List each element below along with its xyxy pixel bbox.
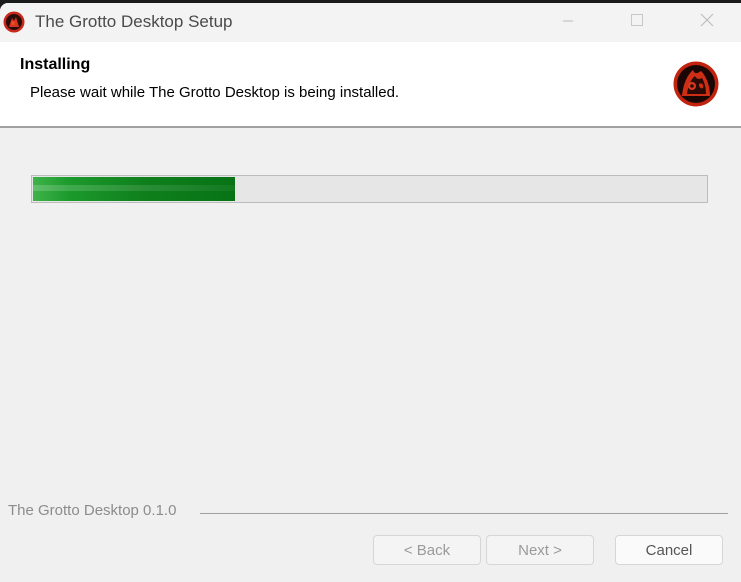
window-title: The Grotto Desktop Setup <box>35 12 233 31</box>
maximize-icon <box>630 13 644 32</box>
grotto-logo-icon <box>673 61 719 107</box>
installer-branding: The Grotto Desktop 0.1.0 <box>8 502 183 519</box>
minimize-button[interactable] <box>543 3 593 42</box>
page-subtitle: Please wait while The Grotto Desktop is … <box>30 84 400 101</box>
cancel-button[interactable]: Cancel <box>615 535 723 565</box>
back-button[interactable]: < Back <box>373 535 481 565</box>
maximize-button[interactable] <box>612 3 662 42</box>
title-bar[interactable]: The Grotto Desktop Setup <box>0 3 741 42</box>
close-icon <box>700 13 714 32</box>
installer-header: Installing Please wait while The Grotto … <box>0 42 741 128</box>
close-button[interactable] <box>682 3 732 42</box>
branding-divider <box>200 513 728 514</box>
install-progress-bar <box>31 175 708 203</box>
page-title: Installing <box>20 56 91 73</box>
minimize-icon <box>562 14 574 32</box>
next-button[interactable]: Next > <box>486 535 594 565</box>
progress-fill <box>33 177 235 201</box>
installer-window: The Grotto Desktop Setup Installing Plea… <box>0 3 741 582</box>
grotto-logo-icon <box>3 11 25 33</box>
